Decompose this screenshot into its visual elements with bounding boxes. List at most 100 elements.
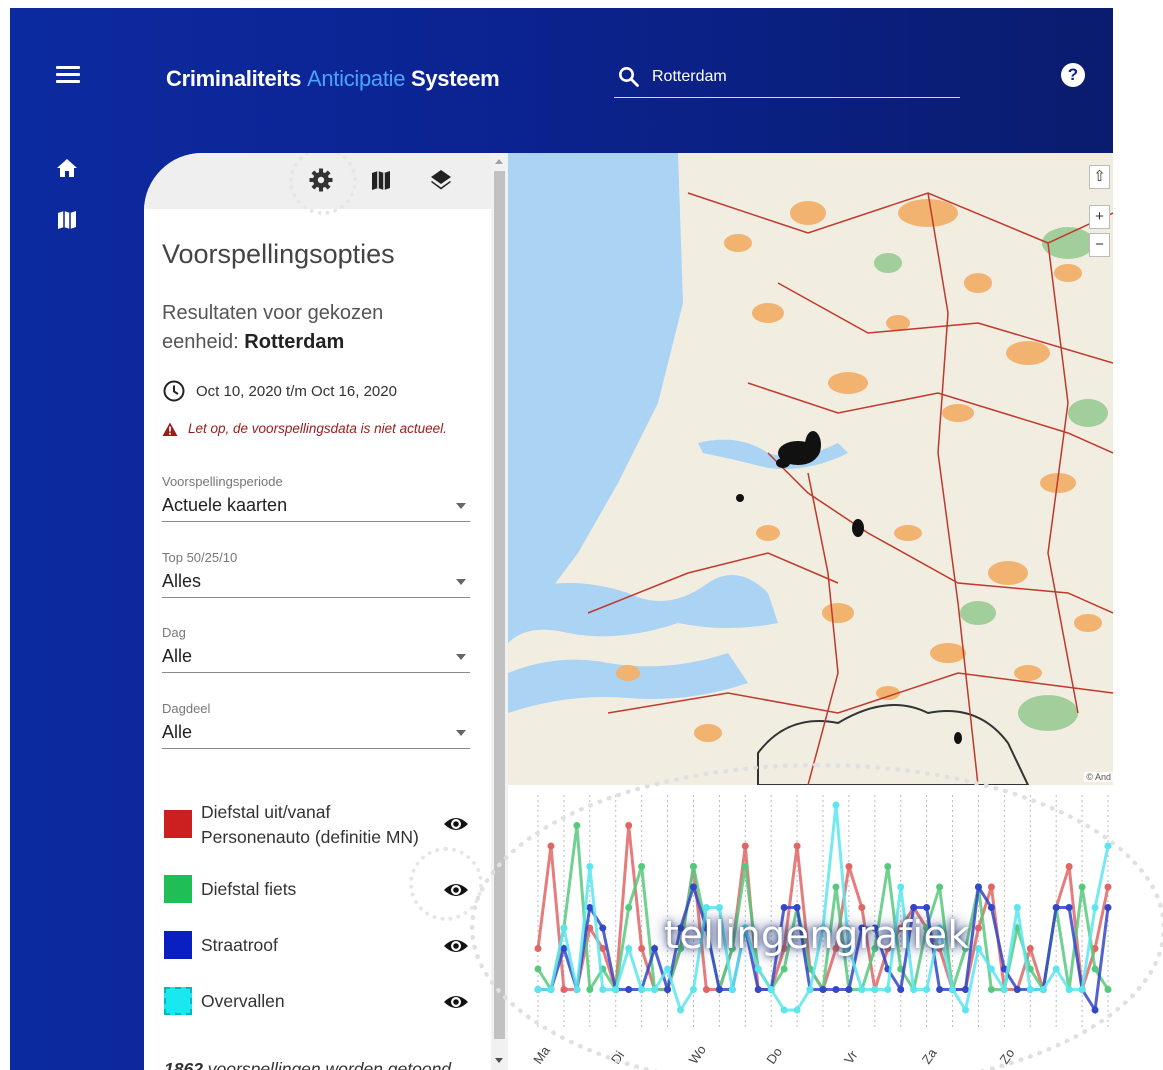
map-canvas[interactable]	[508, 153, 1113, 785]
data-point[interactable]	[1078, 883, 1086, 891]
data-point[interactable]	[1065, 904, 1073, 911]
data-point[interactable]	[858, 904, 866, 911]
select-field[interactable]: Alle	[162, 646, 470, 673]
data-point[interactable]	[573, 822, 581, 829]
data-point[interactable]	[845, 863, 853, 870]
data-point[interactable]	[793, 842, 801, 850]
search-input[interactable]	[652, 64, 942, 90]
data-point[interactable]	[625, 945, 633, 952]
data-point[interactable]	[625, 904, 633, 911]
scroll-thumb[interactable]	[494, 171, 505, 1039]
data-point[interactable]	[871, 986, 879, 993]
data-point[interactable]	[936, 986, 944, 993]
map-view[interactable]: ⇧ + − © And	[508, 153, 1113, 785]
search-icon[interactable]	[617, 65, 641, 89]
map-icon[interactable]	[56, 209, 78, 231]
data-point[interactable]	[1052, 904, 1060, 911]
data-point[interactable]	[586, 863, 594, 870]
data-point[interactable]	[651, 986, 659, 993]
data-point[interactable]	[1091, 1006, 1099, 1014]
data-point[interactable]	[741, 842, 749, 850]
data-point[interactable]	[897, 883, 905, 891]
data-point[interactable]	[599, 986, 607, 993]
map-reset-button[interactable]: ⇧	[1089, 165, 1110, 189]
data-point[interactable]	[599, 924, 607, 932]
data-point[interactable]	[715, 986, 723, 993]
data-point[interactable]	[741, 863, 749, 870]
data-point[interactable]	[1000, 986, 1008, 993]
home-icon[interactable]	[56, 158, 78, 178]
data-point[interactable]	[547, 986, 555, 993]
data-point[interactable]	[534, 945, 542, 952]
data-point[interactable]	[974, 924, 982, 932]
data-point[interactable]	[832, 883, 840, 891]
data-point[interactable]	[754, 986, 762, 993]
panel-scrollbar[interactable]	[491, 153, 508, 1070]
settings-gear-icon[interactable]	[308, 167, 334, 193]
data-point[interactable]	[832, 801, 840, 809]
data-point[interactable]	[845, 986, 853, 993]
select-field[interactable]: Alle	[162, 722, 470, 749]
data-point[interactable]	[884, 986, 892, 993]
data-point[interactable]	[1091, 904, 1099, 911]
data-point[interactable]	[819, 986, 827, 993]
data-point[interactable]	[910, 986, 918, 993]
data-point[interactable]	[1104, 883, 1112, 891]
data-point[interactable]	[651, 945, 659, 952]
data-point[interactable]	[689, 986, 697, 993]
data-point[interactable]	[1078, 986, 1086, 993]
data-point[interactable]	[1013, 904, 1021, 911]
data-point[interactable]	[534, 965, 542, 973]
data-point[interactable]	[689, 863, 697, 870]
data-point[interactable]	[702, 904, 710, 911]
data-point[interactable]	[1026, 945, 1034, 952]
data-point[interactable]	[702, 986, 710, 993]
data-point[interactable]	[832, 986, 840, 993]
eye-icon[interactable]	[443, 989, 469, 1015]
data-point[interactable]	[638, 945, 646, 952]
data-point[interactable]	[780, 1006, 788, 1014]
data-point[interactable]	[664, 986, 672, 993]
data-point[interactable]	[974, 883, 982, 891]
data-point[interactable]	[754, 965, 762, 973]
zoom-in-button[interactable]: +	[1089, 205, 1110, 229]
select-field[interactable]: Alles	[162, 571, 470, 598]
data-point[interactable]	[1065, 863, 1073, 870]
data-point[interactable]	[780, 965, 788, 973]
data-point[interactable]	[884, 863, 892, 870]
data-point[interactable]	[534, 986, 542, 993]
eye-icon[interactable]	[443, 811, 469, 837]
data-point[interactable]	[586, 986, 594, 993]
data-point[interactable]	[1091, 965, 1099, 973]
help-icon[interactable]: ?	[1061, 63, 1085, 87]
data-point[interactable]	[573, 986, 581, 993]
select-field[interactable]: Actuele kaarten	[162, 495, 470, 522]
data-point[interactable]	[897, 986, 905, 993]
data-point[interactable]	[612, 986, 620, 993]
data-point[interactable]	[1052, 965, 1060, 973]
data-point[interactable]	[987, 986, 995, 993]
data-point[interactable]	[625, 986, 633, 993]
data-point[interactable]	[974, 945, 982, 952]
data-point[interactable]	[923, 986, 931, 993]
data-point[interactable]	[689, 883, 697, 891]
data-point[interactable]	[547, 842, 555, 850]
scroll-down-arrow[interactable]	[495, 1058, 503, 1063]
map-icon[interactable]	[368, 167, 394, 193]
data-point[interactable]	[560, 924, 568, 932]
data-point[interactable]	[1104, 842, 1112, 850]
data-point[interactable]	[560, 986, 568, 993]
data-point[interactable]	[1026, 986, 1034, 993]
data-point[interactable]	[1013, 986, 1021, 993]
data-point[interactable]	[1104, 904, 1112, 911]
data-point[interactable]	[715, 904, 723, 911]
data-point[interactable]	[677, 1006, 684, 1014]
data-point[interactable]	[638, 863, 646, 870]
data-point[interactable]	[923, 904, 931, 911]
data-point[interactable]	[767, 986, 775, 993]
zoom-out-button[interactable]: −	[1089, 233, 1110, 257]
data-point[interactable]	[1104, 986, 1112, 993]
data-point[interactable]	[625, 822, 633, 829]
data-point[interactable]	[987, 883, 995, 891]
data-point[interactable]	[1039, 986, 1047, 993]
